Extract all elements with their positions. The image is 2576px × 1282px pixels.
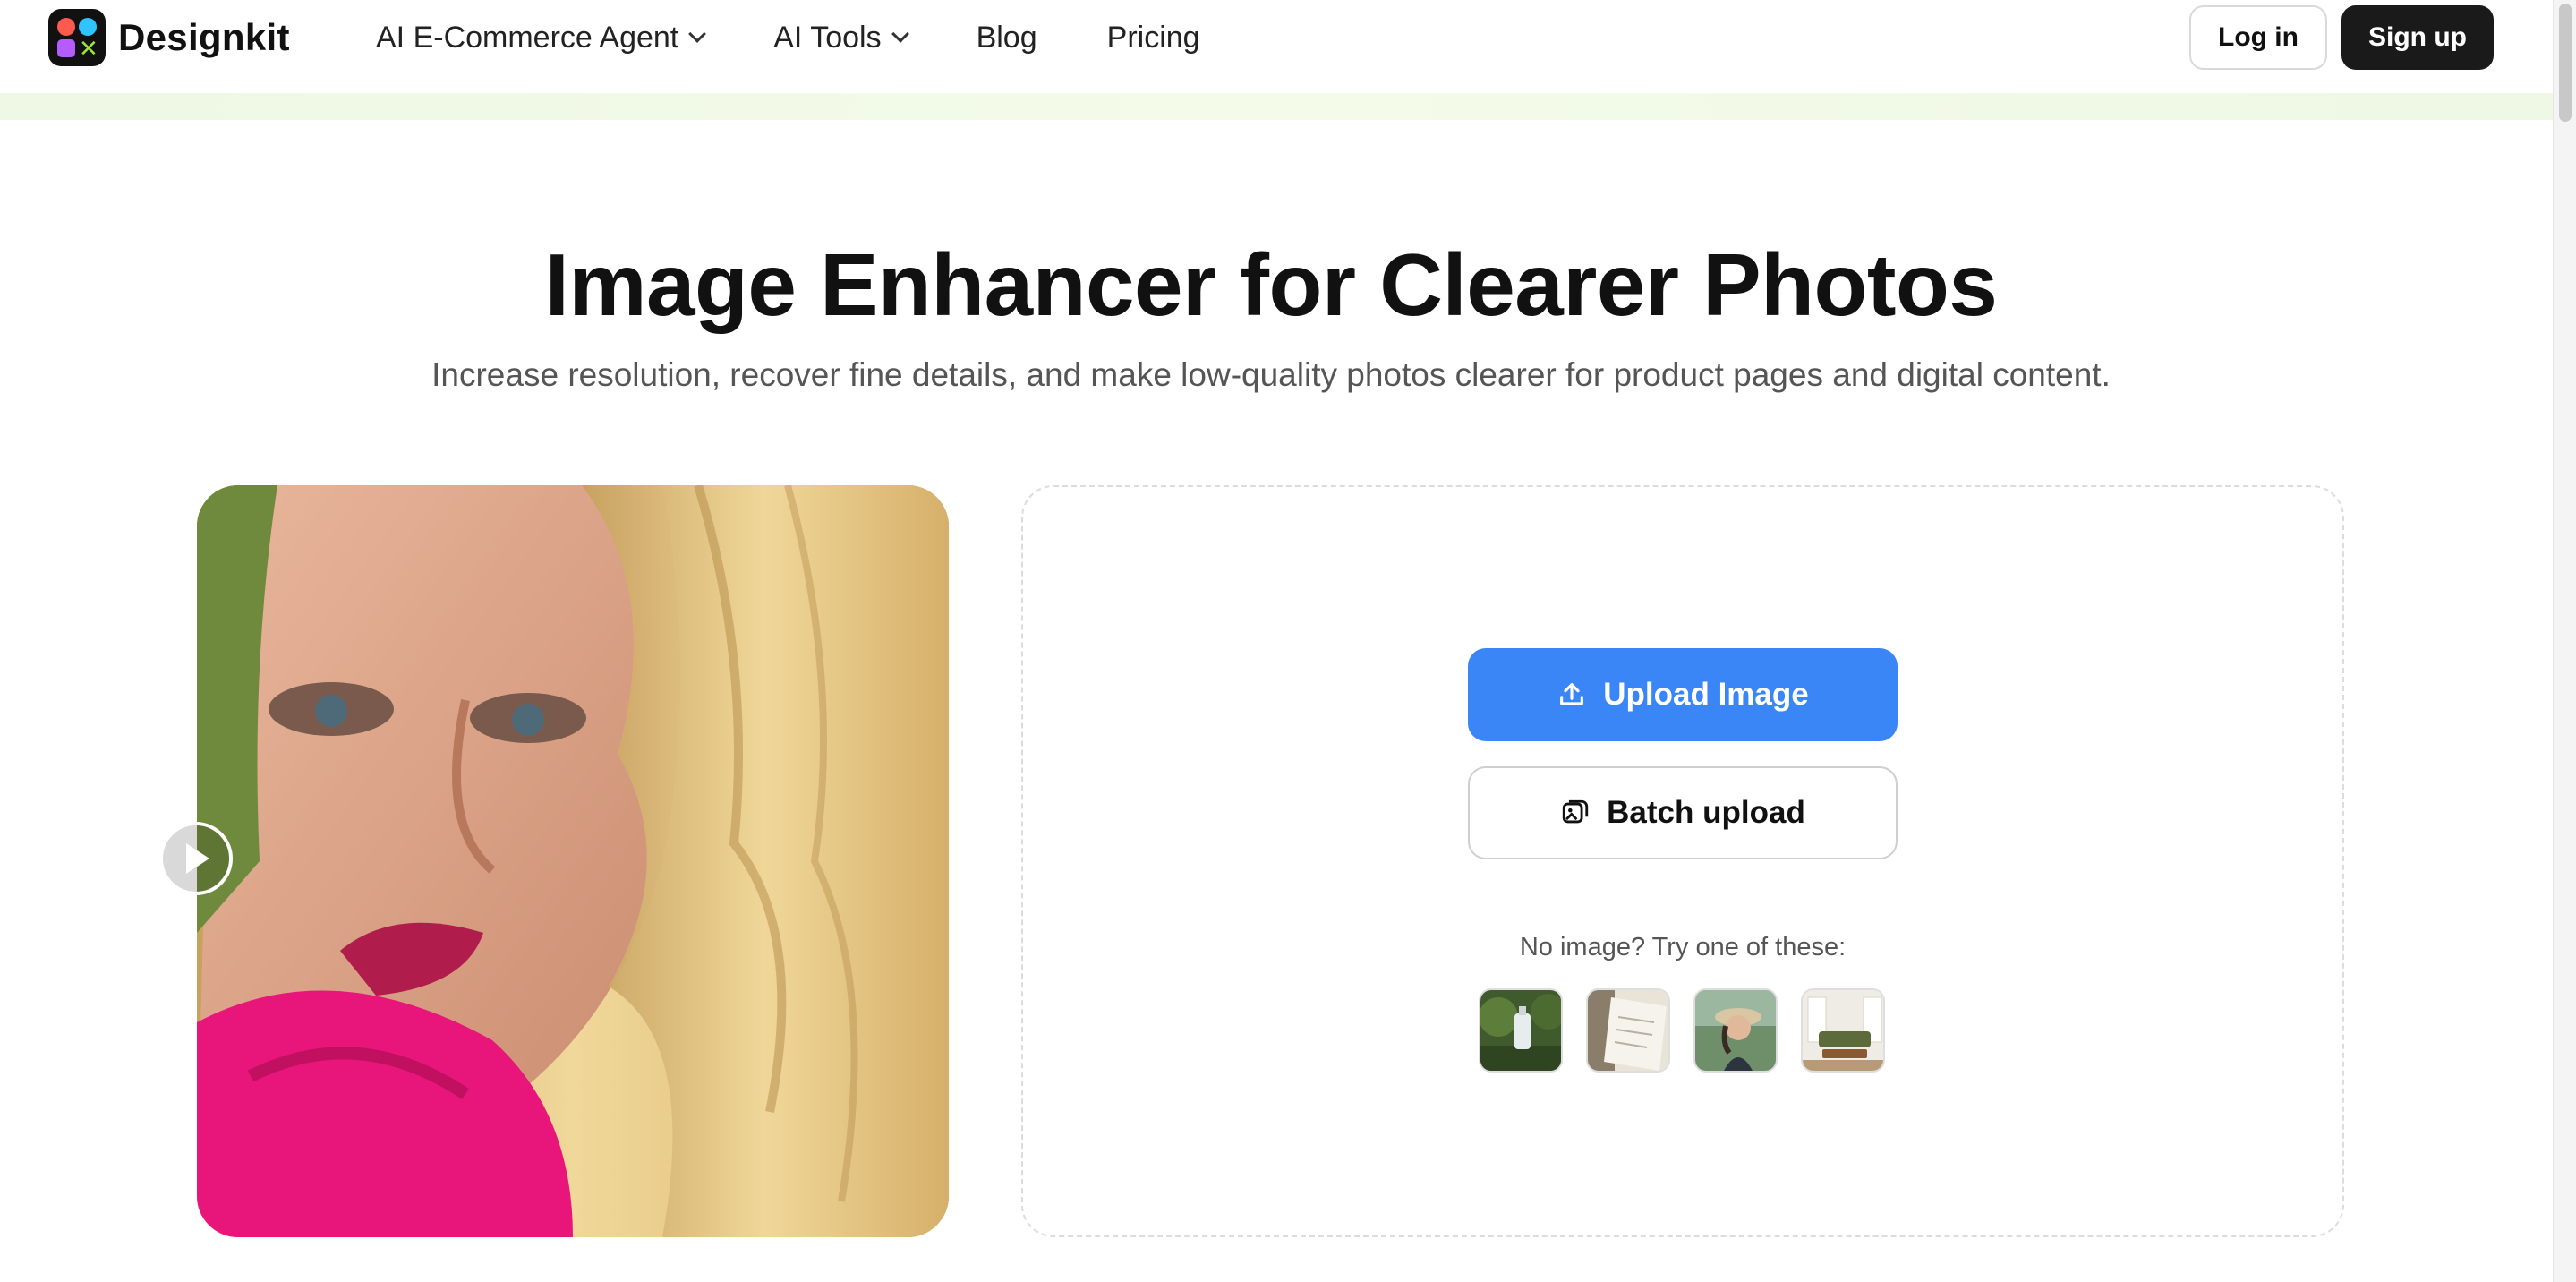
sample-images-hint: No image? Try one of these: — [1519, 933, 1847, 962]
sample-image-portrait[interactable] — [1693, 988, 1778, 1073]
comparison-image[interactable] — [197, 485, 949, 1237]
scrollbar-thumb[interactable] — [2559, 4, 2572, 122]
signup-button[interactable]: Sign up — [2341, 5, 2494, 70]
upload-image-label: Upload Image — [1603, 677, 1809, 712]
nav-item-label: Blog — [976, 20, 1037, 55]
main-nav: AI E-Commerce Agent AI Tools Blog Pricin… — [376, 18, 1270, 57]
logo-icon: ✕ — [48, 9, 106, 66]
nav-item-label: AI E-Commerce Agent — [376, 20, 679, 55]
upload-dropzone[interactable] — [1021, 485, 2344, 1237]
logo-text: Designkit — [118, 16, 290, 58]
logo[interactable]: ✕ Designkit — [48, 9, 290, 66]
nav-item-ecommerce-agent[interactable]: AI E-Commerce Agent — [376, 20, 707, 56]
nav-item-blog[interactable]: Blog — [977, 21, 1037, 56]
nav-item-ai-tools[interactable]: AI Tools — [773, 20, 909, 56]
chevron-down-icon — [688, 25, 707, 43]
sample-image-product[interactable] — [1479, 988, 1563, 1073]
portrait-image — [197, 485, 949, 1237]
upload-image-button[interactable]: Upload Image — [1468, 648, 1898, 741]
page-subtitle: Increase resolution, recover fine detail… — [431, 356, 2111, 393]
nav-item-label: Pricing — [1106, 20, 1200, 55]
comparison-slider-handle[interactable] — [159, 822, 233, 895]
page-scrollbar[interactable] — [2553, 0, 2576, 1282]
sample-images — [1479, 988, 1885, 1073]
upload-icon — [1560, 683, 1584, 705]
batch-upload-button[interactable]: Batch upload — [1468, 766, 1898, 859]
chevron-down-icon — [891, 25, 909, 43]
nav-item-pricing[interactable]: Pricing — [1107, 21, 1200, 56]
batch-upload-label: Batch upload — [1607, 795, 1805, 830]
site-header: ✕ Designkit AI E-Commerce Agent AI Tools… — [0, 0, 2553, 93]
header-accent-band — [0, 93, 2553, 120]
batch-images-icon — [1562, 799, 1589, 824]
login-button[interactable]: Log in — [2189, 5, 2327, 70]
sample-image-notebook[interactable] — [1586, 988, 1670, 1073]
sample-image-interior[interactable] — [1801, 988, 1885, 1073]
nav-item-label: AI Tools — [773, 20, 882, 55]
page-title: Image Enhancer for Clearer Photos — [544, 235, 1998, 334]
